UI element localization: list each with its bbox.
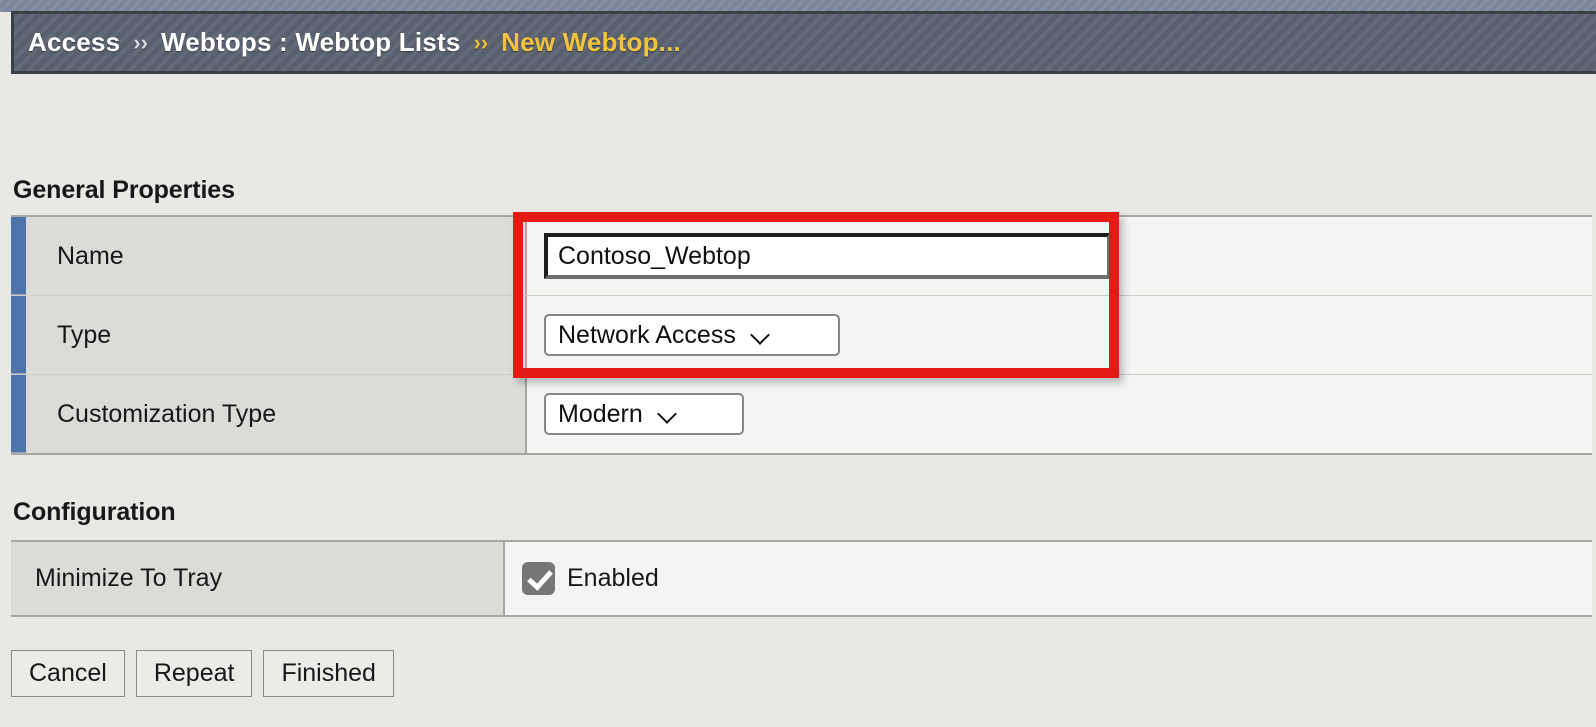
chevron-down-icon xyxy=(752,326,771,345)
label-minimize-to-tray: Minimize To Tray xyxy=(11,542,505,615)
general-properties-heading: General Properties xyxy=(13,176,235,204)
table-row-minimize-to-tray: Minimize To Tray Enabled xyxy=(11,542,1592,615)
minimize-to-tray-checkbox[interactable] xyxy=(522,562,555,595)
table-row-customization-type: Customization Type Modern xyxy=(11,375,1592,453)
type-select-value: Network Access xyxy=(558,320,736,349)
breadcrumb-item-access[interactable]: Access xyxy=(28,27,120,58)
value-cell-customization-type: Modern xyxy=(527,375,1592,453)
table-row-type: Type Network Access xyxy=(11,296,1592,375)
breadcrumb-item-webtop-lists[interactable]: Webtops : Webtop Lists xyxy=(161,27,461,58)
button-bar: Cancel Repeat Finished xyxy=(11,650,394,697)
type-select[interactable]: Network Access xyxy=(544,314,840,356)
breadcrumb: Access ›› Webtops : Webtop Lists ›› New … xyxy=(11,11,1596,74)
breadcrumb-separator-1: ›› xyxy=(133,29,148,55)
breadcrumb-item-new-webtop: New Webtop... xyxy=(501,27,681,57)
general-properties-table: Name Type Network Access Customization T… xyxy=(11,215,1592,455)
cancel-button[interactable]: Cancel xyxy=(11,650,125,697)
row-accent-bar xyxy=(11,217,26,295)
value-cell-name xyxy=(527,217,1592,295)
row-accent-bar xyxy=(11,296,26,374)
table-row-name: Name xyxy=(11,217,1592,296)
label-type: Type xyxy=(26,296,527,374)
label-customization-type: Customization Type xyxy=(26,375,527,453)
chevron-down-icon xyxy=(659,405,678,424)
configuration-heading: Configuration xyxy=(13,498,176,526)
minimize-to-tray-checkbox-label: Enabled xyxy=(567,564,659,592)
repeat-button[interactable]: Repeat xyxy=(135,650,253,697)
customization-type-select-value: Modern xyxy=(558,399,643,428)
value-cell-type: Network Access xyxy=(527,296,1592,374)
breadcrumb-separator-2: ›› xyxy=(473,29,489,55)
value-cell-minimize-to-tray: Enabled xyxy=(505,542,1592,615)
label-name: Name xyxy=(26,217,527,295)
finished-button[interactable]: Finished xyxy=(263,650,394,697)
row-accent-bar xyxy=(11,375,26,453)
customization-type-select[interactable]: Modern xyxy=(544,393,744,435)
configuration-table: Minimize To Tray Enabled xyxy=(11,540,1592,617)
name-input[interactable] xyxy=(544,233,1110,279)
